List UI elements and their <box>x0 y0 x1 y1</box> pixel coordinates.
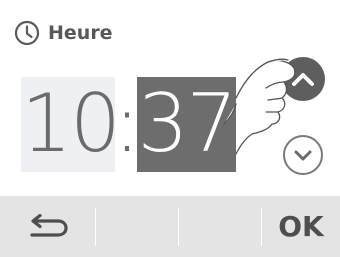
increment-button[interactable] <box>281 57 325 101</box>
softkey-empty <box>96 196 178 257</box>
chevron-down-icon <box>294 150 312 161</box>
ok-button[interactable]: OK <box>262 196 340 257</box>
time-setting-screen: Heure 10 : 37 OK <box>0 0 340 257</box>
decrement-button[interactable] <box>283 135 323 175</box>
page-title: Heure <box>48 22 113 44</box>
time-separator: : <box>113 77 141 170</box>
minutes-value: 37 <box>137 77 238 170</box>
clock-icon <box>14 20 40 46</box>
return-arrow-icon <box>29 213 68 237</box>
back-button[interactable] <box>0 196 95 257</box>
softkey-empty <box>179 196 261 257</box>
hours-value: 10 <box>21 77 121 170</box>
chevron-up-icon <box>292 73 314 86</box>
header: Heure <box>14 18 113 48</box>
